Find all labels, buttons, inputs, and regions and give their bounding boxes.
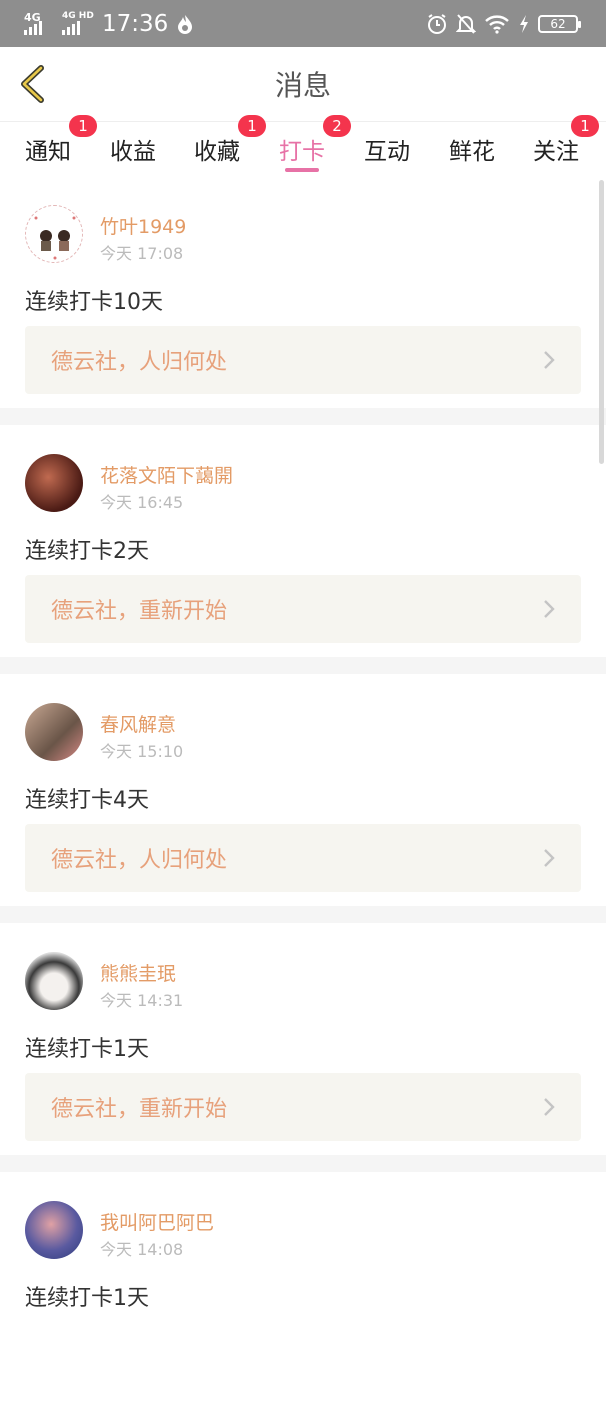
tab-checkin[interactable]: 打卡 2	[279, 115, 351, 172]
scrollbar[interactable]	[599, 180, 604, 464]
card-divider	[0, 1155, 606, 1172]
header-bar: 消息	[0, 47, 606, 122]
avatar[interactable]	[25, 205, 83, 263]
avatar[interactable]	[25, 703, 83, 761]
tab-bar: 通知 1 收益 收藏 1 打卡 2 互动 鲜花 关注 1	[0, 115, 606, 176]
post-time: 今天 16:45	[100, 493, 184, 512]
topic-link[interactable]: 德云社，重新开始	[25, 1073, 581, 1141]
tab-follow[interactable]: 关注 1	[533, 115, 599, 166]
active-tab-indicator	[285, 168, 319, 172]
checkin-text: 连续打卡10天	[25, 290, 163, 315]
checkin-text: 连续打卡4天	[25, 788, 149, 813]
tab-badge: 1	[571, 115, 599, 137]
checkin-text: 连续打卡1天	[25, 1286, 149, 1311]
chevron-right-icon	[544, 1098, 555, 1116]
topic-title: 德云社，重新开始	[51, 599, 228, 624]
card-divider	[0, 657, 606, 674]
topic-link[interactable]: 德云社，人归何处	[25, 326, 581, 394]
flame-app-icon	[178, 14, 193, 34]
topic-link[interactable]: 德云社，人归何处	[25, 824, 581, 892]
username[interactable]: 竹叶1949	[100, 212, 186, 239]
tab-interaction[interactable]: 互动	[364, 132, 410, 166]
card-divider	[0, 906, 606, 923]
tab-badge: 1	[69, 115, 97, 137]
page-title: 消息	[274, 69, 331, 102]
status-bar: 4G 4G HD 17:36 62	[0, 0, 606, 47]
tab-label: 鲜花	[449, 139, 495, 165]
topic-link[interactable]: 德云社，重新开始	[25, 575, 581, 643]
signal-icon: 4G	[24, 10, 50, 35]
signal-hd-icon: 4G HD	[62, 11, 94, 35]
checkin-text: 连续打卡1天	[25, 1037, 149, 1062]
feed-card: 我叫阿巴阿巴 今天 14:08 连续打卡1天	[0, 1172, 606, 1404]
tab-label: 关注	[533, 139, 579, 165]
tab-label: 收藏	[194, 139, 240, 165]
battery-indicator: 62	[538, 14, 581, 33]
username[interactable]: 春风解意	[100, 710, 176, 737]
feed-card: 春风解意 今天 15:10 连续打卡4天 德云社，人归何处	[0, 674, 606, 906]
wifi-icon	[485, 14, 509, 34]
charging-icon	[520, 14, 528, 33]
checkin-text: 连续打卡2天	[25, 539, 149, 564]
avatar[interactable]	[25, 454, 83, 512]
tab-notify[interactable]: 通知 1	[25, 115, 97, 166]
avatar[interactable]	[25, 1201, 83, 1259]
signal-2-label: 4G HD	[62, 10, 94, 21]
tab-badge: 2	[323, 115, 351, 137]
post-time: 今天 14:31	[100, 991, 184, 1010]
chevron-right-icon	[544, 600, 555, 618]
topic-title: 德云社，人归何处	[51, 350, 228, 375]
tab-label: 收益	[110, 139, 156, 165]
bell-off-icon	[456, 13, 476, 34]
topic-title: 德云社，人归何处	[51, 848, 228, 873]
battery-level: 62	[550, 16, 566, 31]
tab-badge: 1	[238, 115, 266, 137]
clock: 17:36	[102, 10, 169, 37]
topic-title: 德云社，重新开始	[51, 1097, 228, 1122]
username[interactable]: 我叫阿巴阿巴	[100, 1208, 214, 1235]
post-time: 今天 17:08	[100, 244, 184, 263]
card-divider	[0, 408, 606, 425]
post-time: 今天 14:08	[100, 1240, 184, 1259]
feed-card: 熊熊圭珉 今天 14:31 连续打卡1天 德云社，重新开始	[0, 923, 606, 1155]
tab-favorites[interactable]: 收藏 1	[194, 115, 266, 166]
chevron-right-icon	[544, 351, 555, 369]
feed-card: 花落文陌下藹開 今天 16:45 连续打卡2天 德云社，重新开始	[0, 425, 606, 657]
tab-label: 互动	[364, 139, 410, 165]
tab-label: 打卡	[279, 139, 325, 165]
feed-card: 竹叶1949 今天 17:08 连续打卡10天 德云社，人归何处	[0, 176, 606, 408]
alarm-icon	[428, 13, 446, 34]
tab-flowers[interactable]: 鲜花	[449, 132, 495, 166]
tab-earnings[interactable]: 收益	[110, 132, 156, 166]
back-chevron-icon[interactable]	[14, 63, 54, 105]
post-time: 今天 15:10	[100, 742, 184, 761]
username[interactable]: 熊熊圭珉	[100, 959, 176, 986]
signal-1-label: 4G	[24, 10, 41, 24]
chevron-right-icon	[544, 849, 555, 867]
avatar[interactable]	[25, 952, 83, 1010]
tab-label: 通知	[25, 139, 71, 165]
checkin-feed: 竹叶1949 今天 17:08 连续打卡10天 德云社，人归何处 花落文陌下藹開…	[0, 176, 606, 1404]
username[interactable]: 花落文陌下藹開	[100, 461, 233, 488]
